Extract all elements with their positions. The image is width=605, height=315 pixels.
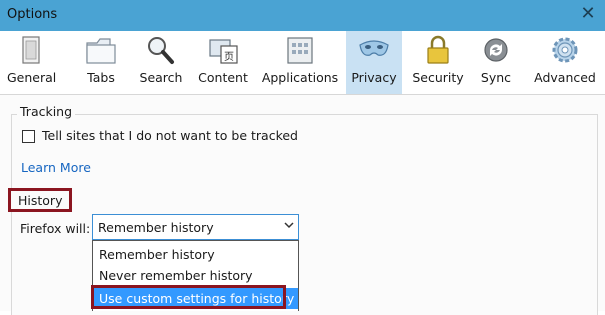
pane-general[interactable]: General: [7, 31, 57, 94]
close-icon: ✕: [580, 3, 596, 24]
learn-more-link[interactable]: Learn More: [21, 160, 91, 175]
applications-icon: [287, 37, 313, 64]
pane-search[interactable]: Search: [136, 31, 186, 94]
privacy-mask-icon: [359, 40, 389, 56]
content-icon: 页: [209, 39, 238, 64]
pane-advanced[interactable]: Advanced: [532, 31, 598, 94]
option-remember-history[interactable]: Remember history: [93, 244, 298, 265]
pane-general-label: General: [7, 70, 57, 85]
title-bar: Options ✕: [0, 0, 605, 31]
tracking-legend: Tracking: [17, 104, 76, 119]
pane-security-label: Security: [412, 70, 464, 85]
close-button[interactable]: ✕: [577, 3, 599, 25]
pane-advanced-label: Advanced: [534, 70, 596, 85]
preferences-toolbar: General Tabs Search 页 Content Applicatio…: [0, 31, 605, 95]
firefox-will-label: Firefox will:: [20, 221, 91, 236]
security-lock-icon: [427, 35, 449, 64]
pane-security[interactable]: Security: [410, 31, 466, 94]
pane-content-label: Content: [198, 70, 248, 85]
window-title: Options: [7, 7, 58, 22]
pane-sync-label: Sync: [480, 70, 512, 85]
general-icon: [22, 36, 40, 64]
pane-applications-label: Applications: [261, 70, 339, 85]
option-label: Remember history: [99, 247, 215, 262]
history-mode-select[interactable]: Remember history: [92, 214, 299, 240]
pane-applications[interactable]: Applications: [260, 31, 340, 94]
svg-text:页: 页: [224, 51, 234, 63]
chevron-down-icon: [284, 222, 294, 229]
sync-icon: [484, 38, 508, 62]
do-not-track-label[interactable]: Tell sites that I do not want to be trac…: [42, 128, 298, 143]
do-not-track-checkbox[interactable]: [22, 130, 35, 143]
pane-tabs-label: Tabs: [87, 70, 115, 85]
tabs-icon: [86, 38, 116, 64]
pane-content[interactable]: 页 Content: [195, 31, 251, 94]
search-icon: [148, 37, 174, 64]
pane-sync[interactable]: Sync: [476, 31, 516, 94]
history-mode-value: Remember history: [98, 220, 214, 235]
pane-tabs[interactable]: Tabs: [78, 31, 124, 94]
pane-privacy-label: Privacy: [351, 70, 397, 85]
pane-search-label: Search: [139, 70, 183, 85]
advanced-gear-icon: [552, 37, 578, 63]
history-legend: History: [18, 193, 63, 208]
option-label: Never remember history: [99, 268, 253, 283]
pane-privacy[interactable]: Privacy: [346, 31, 402, 94]
custom-settings-annotation-box: [91, 285, 286, 309]
option-never-remember-history[interactable]: Never remember history: [93, 265, 298, 286]
